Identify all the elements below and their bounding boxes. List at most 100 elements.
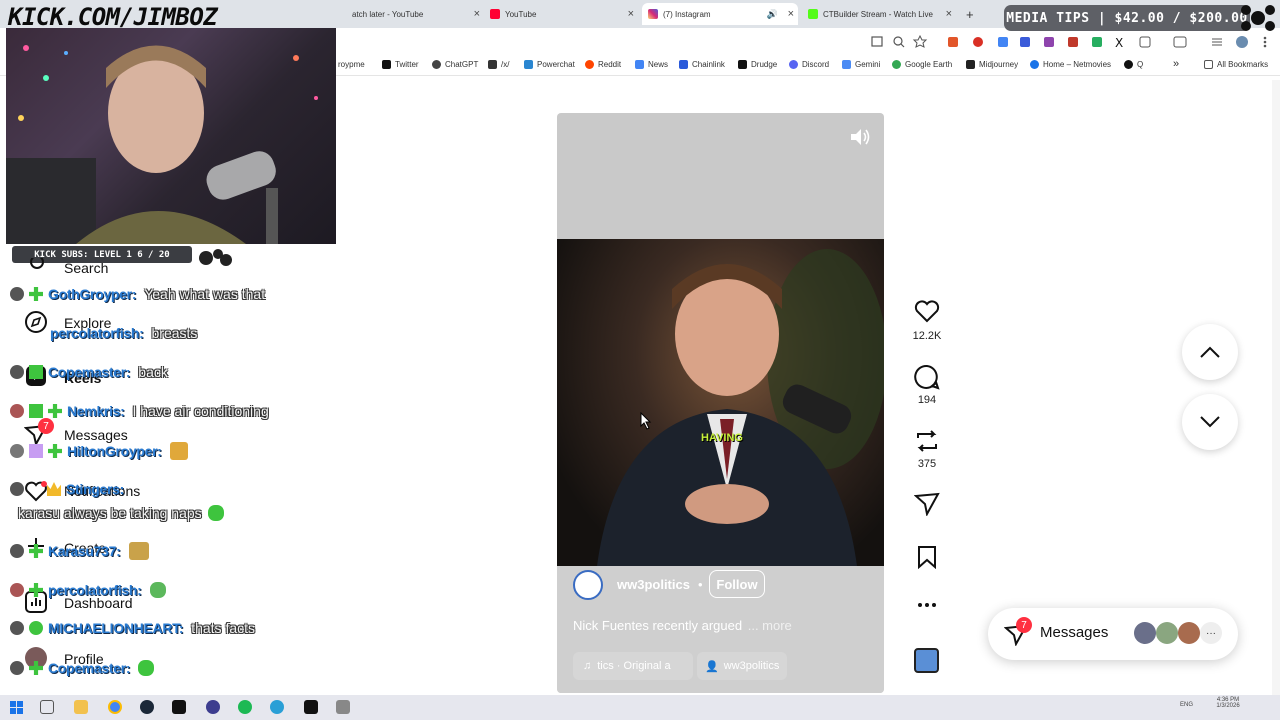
drudge-icon — [738, 60, 747, 69]
stream-brand-logo: KICK.COM/JIMBOZ — [8, 3, 218, 31]
bookmark-item[interactable]: Discord — [789, 60, 829, 69]
bookmark-item[interactable]: Drudge — [738, 60, 777, 69]
tagged-account-pill[interactable]: 👤 ww3politics — [697, 652, 787, 680]
close-icon[interactable]: × — [628, 8, 634, 20]
nav-messages[interactable]: Messages — [64, 427, 128, 443]
obs-icon[interactable] — [206, 700, 220, 714]
steam-icon[interactable] — [140, 700, 154, 714]
repost-icon[interactable] — [914, 428, 940, 454]
avatar — [1134, 622, 1156, 644]
tab-youtube[interactable]: YouTube × — [484, 3, 638, 25]
bookmark-item[interactable]: Midjourney — [966, 60, 1018, 69]
tab-ctbuilder[interactable]: CTBuilder Stream - Watch Live × — [802, 3, 956, 25]
chat-message: percolatorfish: breasts — [50, 325, 198, 341]
reel-info: ww3politics • Follow Nick Fuentes recent… — [557, 566, 884, 693]
bookmark-item[interactable]: ChatGPT — [432, 60, 478, 69]
audio-pill[interactable]: ♫ tics · Original a — [573, 652, 693, 680]
sub-badge-icon — [29, 583, 43, 597]
close-icon[interactable]: × — [474, 8, 480, 20]
bookmark-item[interactable]: Reddit — [585, 60, 621, 69]
windows-start-icon[interactable] — [10, 701, 24, 715]
sub-badge-icon — [48, 444, 62, 458]
more-avatars: ··· — [1200, 622, 1222, 644]
mouse-cursor-icon — [640, 412, 652, 430]
spotify-icon[interactable] — [238, 700, 252, 714]
close-icon[interactable]: × — [946, 8, 952, 20]
next-reel-button[interactable] — [1182, 394, 1238, 450]
chat-message: Copemaster: — [10, 660, 159, 676]
emote-icon — [169, 442, 188, 460]
instagram-icon — [648, 9, 658, 19]
user-avatar-icon — [10, 444, 24, 458]
news-icon — [635, 60, 644, 69]
stream-logo-icon — [1241, 5, 1275, 31]
bookmark-item[interactable]: Powerchat — [524, 60, 575, 69]
bookmark-item[interactable]: Twitter — [382, 60, 419, 69]
bookmark-item[interactable]: Gemini — [842, 60, 880, 69]
media-tips-counter: MEDIA TIPS | $42.00 / $200.00 — [1004, 5, 1250, 31]
user-avatar-icon — [10, 482, 24, 496]
volume-icon[interactable] — [849, 127, 871, 147]
sub-badge-icon — [29, 661, 43, 675]
reel-player[interactable]: HAVING ww3politics • Follow Nick Fuentes… — [557, 113, 884, 693]
bookmark-item[interactable]: Google Earth — [892, 60, 952, 69]
telegram-icon[interactable] — [270, 700, 284, 714]
app-icon[interactable] — [304, 700, 318, 714]
account-avatar[interactable] — [573, 570, 603, 600]
bookmark-item[interactable]: roypme — [338, 60, 365, 69]
user-avatar-icon — [10, 621, 24, 635]
bookmark-item[interactable]: Chainlink — [679, 60, 725, 69]
svg-text:X: X — [1115, 36, 1123, 49]
verified-badge-icon — [29, 621, 43, 635]
bookmark-item[interactable]: News — [635, 60, 668, 69]
clock[interactable]: 4:36 PM 1/3/2026 — [1208, 697, 1248, 709]
crown-icon — [47, 482, 61, 496]
comment-count: 194 — [917, 394, 937, 406]
speaker-icon[interactable]: 🔊 — [767, 9, 778, 20]
earth-icon — [892, 60, 901, 69]
bookmark-item[interactable]: Home – Netmovies — [1030, 60, 1111, 69]
messages-pill[interactable]: 7 Messages ··· — [988, 608, 1238, 660]
page-scrollbar[interactable] — [1272, 80, 1280, 695]
folder-icon — [1204, 60, 1213, 69]
tab-label: CTBuilder Stream - Watch Live — [823, 9, 933, 19]
kick-icon — [808, 9, 818, 19]
gemini-icon — [842, 60, 851, 69]
terminal-icon[interactable] — [172, 700, 186, 714]
more-bookmarks-button[interactable]: » — [1173, 58, 1179, 70]
bookmark-item[interactable]: Q — [1124, 60, 1143, 69]
more-link[interactable]: ... more — [748, 618, 792, 633]
sub-badge-icon — [29, 365, 43, 379]
chrome-icon[interactable] — [108, 700, 122, 714]
task-view-icon[interactable] — [40, 700, 54, 714]
emote-icon — [149, 582, 166, 598]
messages-pill-badge: 7 — [1016, 617, 1032, 633]
previous-reel-button[interactable] — [1182, 324, 1238, 380]
new-tab-button[interactable]: + — [960, 3, 980, 25]
windows-taskbar: ENG 4:36 PM 1/3/2026 — [0, 695, 1280, 720]
audio-thumbnail[interactable] — [914, 648, 939, 673]
stream-badge-icon — [199, 249, 232, 266]
avatar — [1178, 622, 1200, 644]
reel-video-frame[interactable]: HAVING — [557, 239, 884, 566]
tab-instagram[interactable]: (7) Instagram 🔊 × — [642, 3, 798, 25]
share-icon[interactable] — [914, 492, 940, 516]
comment-icon[interactable] — [914, 364, 940, 390]
app-icon[interactable] — [336, 700, 350, 714]
all-bookmarks-button[interactable]: All Bookmarks — [1204, 60, 1268, 69]
nav-search[interactable]: Search — [64, 260, 108, 276]
tab-youtube-watch-later[interactable]: atch later - YouTube × — [346, 3, 484, 25]
account-name[interactable]: ww3politics — [617, 577, 690, 592]
like-heart-icon[interactable] — [914, 300, 940, 324]
more-options-icon[interactable] — [916, 600, 938, 610]
chevron-down-icon — [1200, 416, 1220, 428]
bookmark-icon[interactable] — [916, 545, 938, 569]
close-icon[interactable]: × — [788, 8, 794, 20]
bookmark-item[interactable]: /x/ — [488, 60, 509, 69]
file-explorer-icon[interactable] — [74, 700, 88, 714]
user-avatar-icon — [10, 287, 24, 301]
language-indicator[interactable]: ENG — [1180, 702, 1193, 708]
separator: • — [698, 577, 703, 592]
tab-label: YouTube — [505, 9, 537, 19]
follow-button[interactable]: Follow — [709, 570, 765, 598]
